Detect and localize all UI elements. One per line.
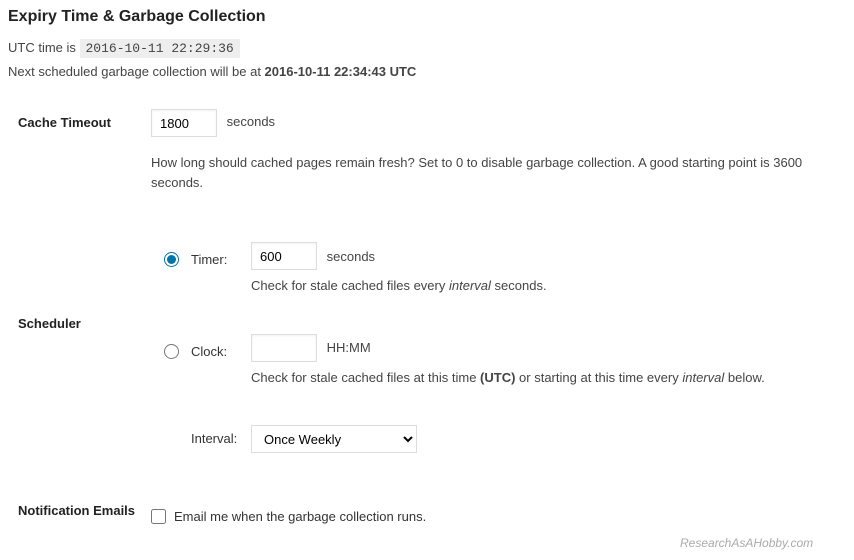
scheduler-timer-input[interactable] — [251, 242, 317, 270]
cache-timeout-label: Cache Timeout — [8, 109, 143, 130]
scheduler-label: Scheduler — [8, 220, 143, 331]
gc-timestamp: 2016-10-11 22:34:43 UTC — [265, 64, 417, 79]
scheduler-timer-label: Timer: — [191, 242, 251, 267]
utc-prefix: UTC time is — [8, 40, 80, 55]
scheduler-clock-help: Check for stale cached files at this tim… — [251, 368, 846, 388]
scheduler-interval-label: Interval: — [191, 425, 251, 446]
scheduler-clock-input[interactable] — [251, 334, 317, 362]
scheduler-clock-help-mid: or starting at this time every — [515, 370, 682, 385]
scheduler-timer-help-after: seconds. — [491, 278, 547, 293]
gc-schedule-line: Next scheduled garbage collection will b… — [8, 64, 846, 79]
scheduler-timer-unit: seconds — [327, 249, 375, 264]
notification-label: Notification Emails — [8, 503, 143, 518]
watermark: ResearchAsAHobby.com — [680, 536, 813, 550]
page-title: Expiry Time & Garbage Collection — [8, 8, 846, 26]
scheduler-clock-help-after: below. — [724, 370, 764, 385]
utc-time-line: UTC time is 2016-10-11 22:29:36 — [8, 40, 846, 56]
cache-timeout-input[interactable] — [151, 109, 217, 137]
cache-timeout-unit: seconds — [227, 114, 275, 129]
notification-checkbox[interactable] — [151, 509, 166, 524]
cache-timeout-help: How long should cached pages remain fres… — [151, 153, 831, 192]
gc-prefix: Next scheduled garbage collection will b… — [8, 64, 265, 79]
scheduler-clock-unit: HH:MM — [327, 340, 371, 355]
notification-checkbox-label: Email me when the garbage collection run… — [174, 509, 426, 524]
scheduler-timer-help-before: Check for stale cached files every — [251, 278, 449, 293]
scheduler-clock-label: Clock: — [191, 334, 251, 359]
utc-timestamp: 2016-10-11 22:29:36 — [80, 39, 240, 58]
scheduler-timer-radio[interactable] — [164, 252, 179, 267]
scheduler-timer-help-em: interval — [449, 278, 491, 293]
scheduler-clock-help-bold: (UTC) — [480, 370, 515, 385]
scheduler-clock-help-em: interval — [682, 370, 724, 385]
scheduler-clock-help-before: Check for stale cached files at this tim… — [251, 370, 480, 385]
scheduler-timer-help: Check for stale cached files every inter… — [251, 276, 846, 296]
scheduler-interval-select[interactable]: Once Weekly — [251, 425, 417, 453]
scheduler-clock-radio[interactable] — [164, 344, 179, 359]
